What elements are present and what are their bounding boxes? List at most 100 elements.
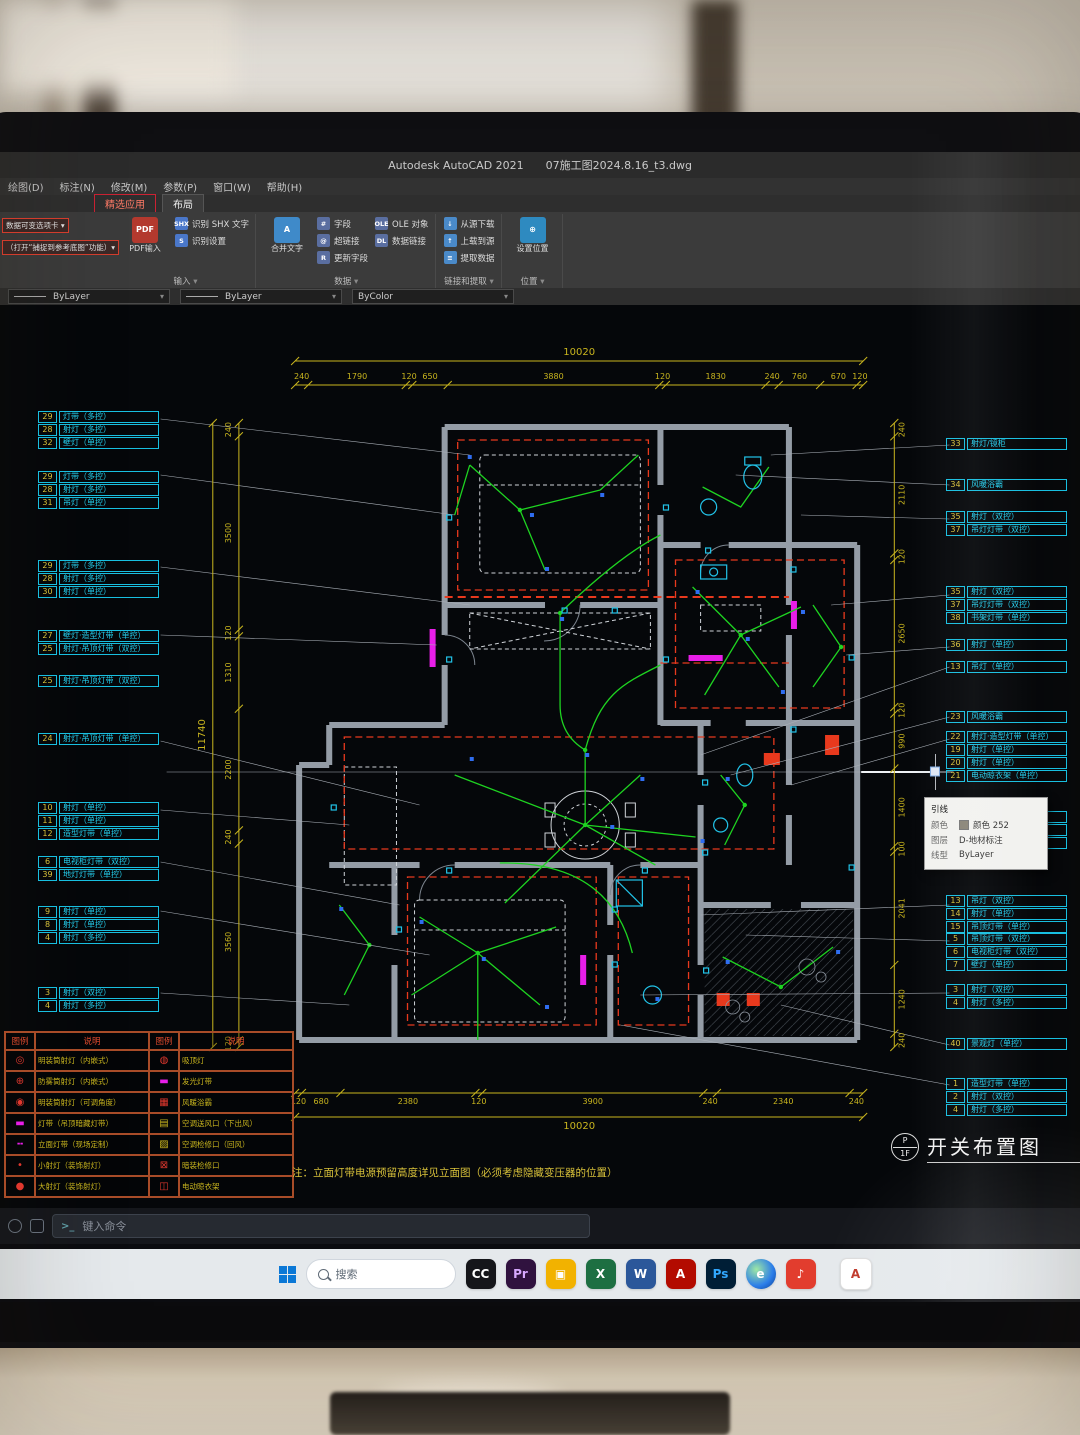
callout[interactable]: 29 灯带（多控） [38, 411, 159, 423]
callout[interactable]: 10 射灯（单控） [38, 802, 159, 814]
music-icon[interactable]: ♪ [785, 1259, 816, 1289]
callout[interactable]: 3 射灯（双控） [38, 987, 159, 999]
dimension-label[interactable]: 3900 [583, 1097, 603, 1106]
dimension-label[interactable]: 760 [792, 372, 807, 381]
callout[interactable]: 13 吊灯（双控） [946, 895, 1067, 907]
callout[interactable]: 29 灯带（多控） [38, 560, 159, 572]
callout[interactable]: 23 风暖浴霸 [946, 711, 1067, 723]
dimension-label[interactable]: 2200 [224, 759, 233, 779]
data-link-button[interactable]: DL 数据链接 [375, 234, 429, 247]
callout[interactable]: 5 吊顶灯带（双控） [946, 933, 1067, 945]
dimension-label[interactable]: 990 [897, 733, 906, 748]
callout[interactable]: 11 射灯（单控） [38, 815, 159, 827]
panel-title[interactable]: 链接和提取 [444, 275, 495, 288]
dimension-label[interactable]: 240 [849, 1097, 864, 1106]
search-box[interactable]: 搜索 [305, 1259, 456, 1289]
dimension-label[interactable]: 120 [224, 625, 233, 640]
acrobat-icon[interactable]: A [665, 1259, 696, 1289]
menu-item[interactable]: 帮助(H) [259, 179, 310, 194]
dimension-label[interactable]: 10020 [563, 347, 595, 358]
callout[interactable]: 34 风暖浴霸 [946, 479, 1067, 491]
callout[interactable]: 38 书架灯带（单控） [946, 612, 1067, 624]
hovered-leader[interactable] [861, 754, 954, 790]
callout[interactable]: 4 射灯（多控） [946, 1104, 1067, 1116]
upload-to-source-button[interactable]: ↑ 上载到源 [443, 234, 495, 247]
customize-icon[interactable] [8, 1219, 22, 1233]
callout[interactable]: 24 射灯·吊顶灯带（单控） [38, 733, 159, 745]
dimension-label[interactable]: 2340 [773, 1097, 793, 1106]
dimension-label[interactable]: 240 [764, 372, 779, 381]
menu-item[interactable]: 参数(P) [155, 179, 205, 194]
ribbon-tab[interactable]: 布局 [162, 194, 204, 212]
linetype-combo[interactable]: ByLayer ▾ [180, 289, 342, 304]
callout[interactable]: 29 灯带（多控） [38, 471, 159, 483]
panel-title[interactable]: 位置 [510, 275, 556, 288]
field-button[interactable]: # 字段 [317, 217, 368, 230]
excel-icon[interactable]: X [585, 1259, 616, 1289]
dimension-label[interactable]: 240 [224, 422, 233, 437]
dimension-label[interactable]: 670 [831, 372, 846, 381]
callout[interactable]: 13 吊灯（单控） [946, 661, 1067, 673]
callout[interactable]: 36 射灯（单控） [946, 639, 1067, 651]
dimension-label[interactable]: 680 [314, 1097, 329, 1106]
dimension-label[interactable]: 120 [401, 372, 416, 381]
callout[interactable]: 37 吊灯灯带（双控） [946, 599, 1067, 611]
legend-table[interactable]: 图例 说明 图例 说明 ◎ 明装筒射灯（内嵌式） ◍ 吸顶灯 ⊕ 防雾筒射灯（内嵌式） ▬ 发光灯带 ◉… [4, 1031, 294, 1198]
recognition-settings-button[interactable]: S 识别设置 [175, 234, 249, 247]
dimension-label[interactable]: 240 [224, 829, 233, 844]
color-combo[interactable]: ByLayer ▾ [8, 289, 170, 304]
files-icon[interactable]: ▣ [545, 1259, 576, 1289]
dimension-label[interactable]: 1830 [706, 372, 726, 381]
dimension-label[interactable]: 11740 [197, 719, 208, 751]
edge-icon[interactable]: e [745, 1259, 776, 1289]
note-text[interactable]: 注：立面灯带电源预留高度详见立面图（必须考虑隐藏变压器的位置） [292, 1165, 618, 1180]
callout[interactable]: 28 射灯（多控） [38, 424, 159, 436]
menu-item[interactable]: 绘图(D) [0, 179, 52, 194]
menu-item[interactable]: 窗口(W) [205, 179, 259, 194]
dimension-label[interactable]: 2650 [897, 623, 906, 643]
callout[interactable]: 4 射灯（多控） [38, 932, 159, 944]
menu-item[interactable]: 标注(N) [52, 179, 103, 194]
capcut-icon[interactable]: CC [465, 1259, 496, 1289]
dimension-label[interactable]: 120 [852, 372, 867, 381]
set-location-button[interactable]: ⊕ 设置位置 [510, 217, 556, 254]
dimension-label[interactable]: 120 [897, 703, 906, 718]
callout[interactable]: 4 射灯（多控） [946, 997, 1067, 1009]
hyperlink-button[interactable]: @ 超链接 [317, 234, 368, 247]
pdf-import-button[interactable]: PDF PDF输入 [122, 217, 168, 254]
callout[interactable]: 14 射灯（单控） [946, 908, 1067, 920]
ribbon-tab[interactable]: 精选应用 [94, 194, 156, 212]
plotstyle-combo[interactable]: ByColor ▾ [352, 289, 514, 304]
dimension-label[interactable]: 2041 [897, 898, 906, 918]
callout[interactable]: 32 壁灯（单控） [38, 437, 159, 449]
ole-object-button[interactable]: OLE OLE 对象 [374, 217, 429, 230]
dimension-label[interactable]: 3560 [224, 932, 233, 952]
callout[interactable]: 25 射灯·吊顶灯带（双控） [38, 643, 159, 655]
callout[interactable]: 35 射灯（双控） [946, 511, 1067, 523]
dimension-label[interactable]: 650 [422, 372, 437, 381]
callout[interactable]: 15 吊顶灯带（单控） [946, 921, 1067, 933]
callout[interactable]: 22 射灯·造型灯带（单控） [946, 731, 1067, 743]
callout[interactable]: 27 壁灯·造型灯带（单控） [38, 630, 159, 642]
dimension-label[interactable]: 3880 [543, 372, 563, 381]
dimension-label[interactable]: 100 [897, 841, 906, 856]
dimension-label[interactable]: 240 [897, 1033, 906, 1048]
callout[interactable]: 21 电动晾衣架（单控） [946, 770, 1067, 782]
start-button[interactable] [278, 1265, 296, 1283]
dimension-label[interactable]: 240 [702, 1097, 717, 1106]
callout[interactable]: 31 吊灯（单控） [38, 497, 159, 509]
callout[interactable]: 37 吊灯灯带（双控） [946, 524, 1067, 536]
callout[interactable]: 4 射灯（多控） [38, 1000, 159, 1012]
dimension-label[interactable]: 1240 [897, 989, 906, 1009]
callout[interactable]: 6 电视柜灯带（双控） [38, 856, 159, 868]
dimension-label[interactable]: 120 [897, 549, 906, 564]
photoshop-icon[interactable]: Ps [705, 1259, 736, 1289]
merge-text-button[interactable]: A 合并文字 [264, 217, 310, 254]
callout[interactable]: 3 射灯（双控） [946, 984, 1067, 996]
recognize-shx-text-button[interactable]: SHX 识别 SHX 文字 [174, 217, 249, 230]
callout[interactable]: 39 地灯灯带（单控） [38, 869, 159, 881]
panel-title[interactable]: 输入 [122, 275, 249, 288]
download-from-source-button[interactable]: ↓ 从源下载 [443, 217, 495, 230]
dimension-label[interactable]: 120 [471, 1097, 486, 1106]
autocad-icon[interactable]: A [839, 1258, 872, 1290]
